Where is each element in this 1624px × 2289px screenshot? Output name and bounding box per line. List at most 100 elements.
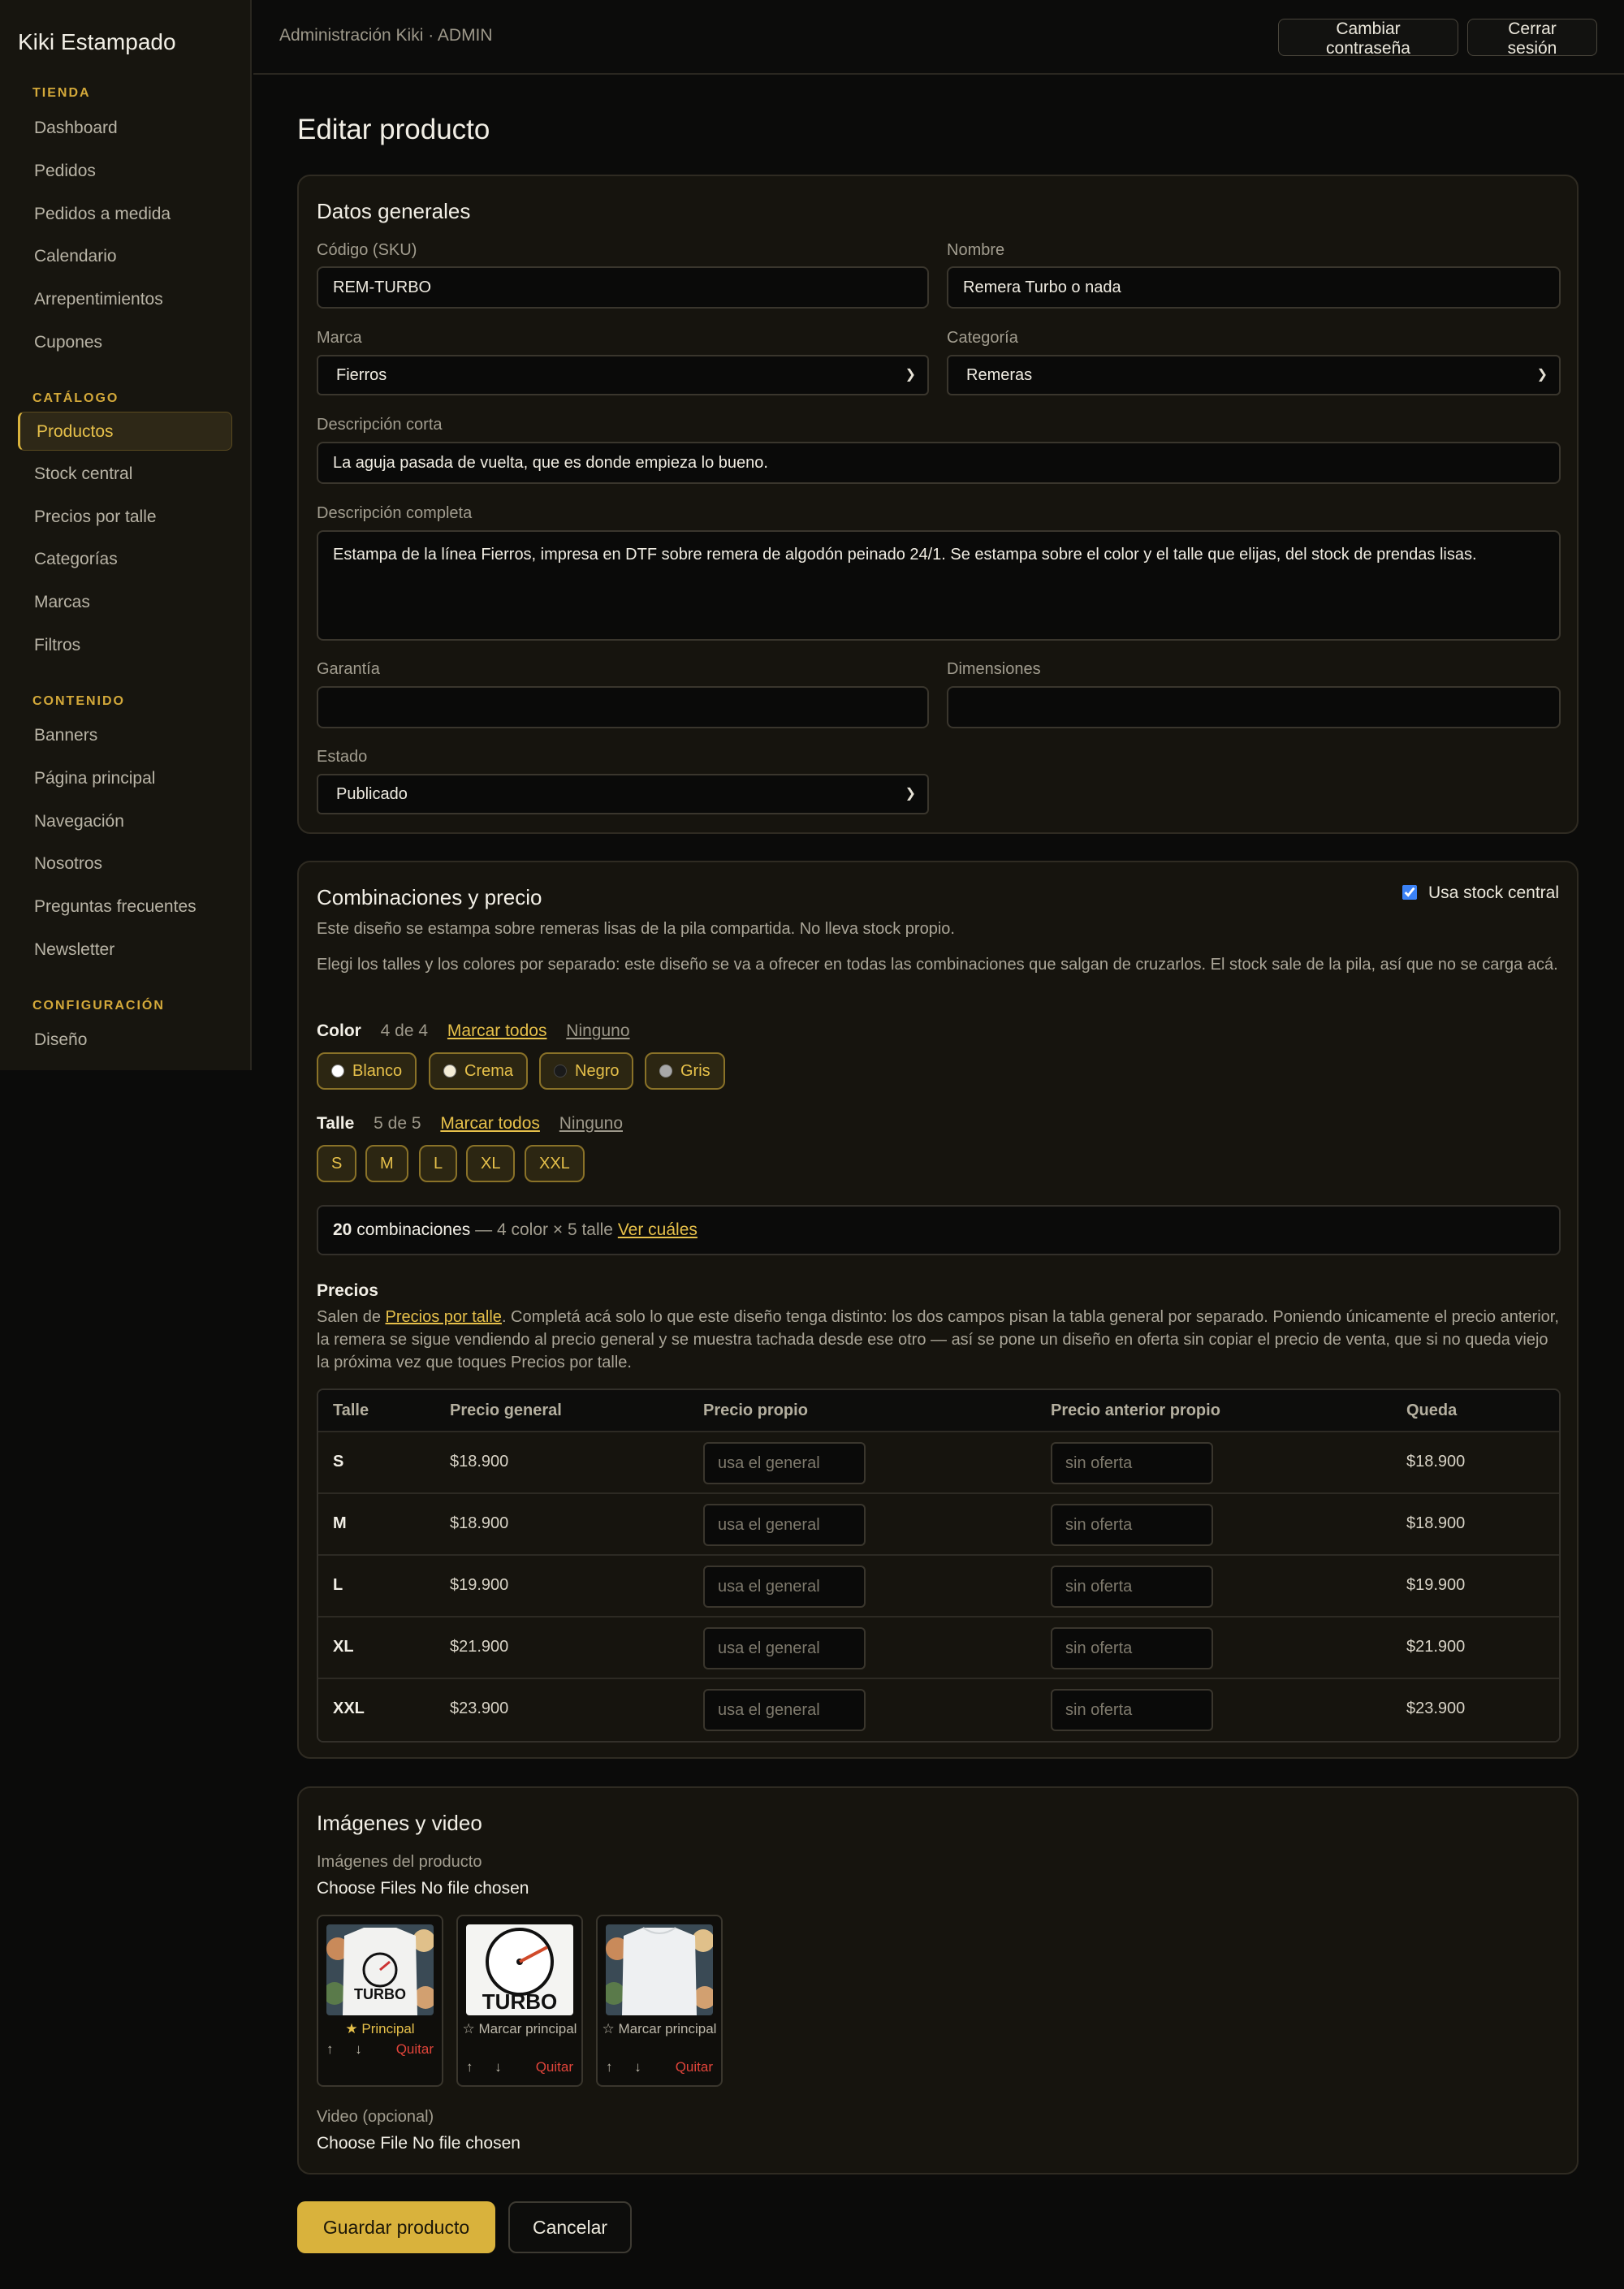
column-header-queda: Queda bbox=[1406, 1401, 1458, 1419]
size-selector-header: Talle 5 de 5 Marcar todos Ninguno bbox=[317, 1114, 623, 1134]
nav-section-contenido: CONTENIDO bbox=[32, 694, 125, 708]
image-actions: ↑ ↓ Quitar bbox=[326, 2041, 434, 2058]
sidebar-item-banners[interactable]: Banners bbox=[18, 716, 232, 755]
color-chip-gris[interactable]: Gris bbox=[645, 1052, 725, 1090]
size-chip-s[interactable]: S bbox=[317, 1145, 357, 1182]
brand-select[interactable]: Fierros ❯ bbox=[317, 355, 929, 395]
set-main-image-button[interactable]: ☆ Marcar principal bbox=[598, 2020, 721, 2038]
set-main-image-button[interactable]: ☆ Marcar principal bbox=[458, 2020, 581, 2038]
product-image-thumbnail[interactable]: TURBO bbox=[466, 1924, 573, 2015]
own-price-input[interactable]: usa el general bbox=[703, 1689, 866, 1731]
color-mark-all-link[interactable]: Marcar todos bbox=[447, 1021, 547, 1040]
remove-image-button[interactable]: Quitar bbox=[396, 2041, 434, 2058]
category-select[interactable]: Remeras ❯ bbox=[947, 355, 1561, 395]
row-final-price: $18.900 bbox=[1406, 1453, 1466, 1471]
sidebar-item-preguntas-frecuentes[interactable]: Preguntas frecuentes bbox=[18, 888, 232, 926]
sidebar-item-stock-central[interactable]: Stock central bbox=[18, 455, 232, 494]
arrow-up-icon[interactable]: ↑ bbox=[326, 2041, 334, 2057]
sidebar-item-pedidos-a-medida[interactable]: Pedidos a medida bbox=[18, 195, 232, 234]
change-password-button[interactable]: Cambiar contraseña bbox=[1278, 19, 1458, 58]
images-label: Imágenes del producto bbox=[317, 1853, 482, 1871]
old-price-input[interactable]: sin oferta bbox=[1051, 1442, 1213, 1484]
images-file-input[interactable]: Choose Files No file chosen bbox=[317, 1879, 529, 1898]
media-card: Imágenes y video Imágenes del producto C… bbox=[297, 1786, 1579, 2175]
size-none-link[interactable]: Ninguno bbox=[559, 1114, 623, 1133]
central-stock-checkbox[interactable] bbox=[1402, 885, 1418, 900]
brand-title[interactable]: Kiki Estampado bbox=[18, 29, 176, 55]
logout-button[interactable]: Cerrar sesión bbox=[1467, 19, 1597, 58]
old-price-input[interactable]: sin oferta bbox=[1051, 1566, 1213, 1608]
own-price-input[interactable]: usa el general bbox=[703, 1627, 866, 1669]
sidebar-item-filtros[interactable]: Filtros bbox=[18, 626, 232, 665]
column-header-precio-anterior: Precio anterior propio bbox=[1051, 1401, 1220, 1419]
combinations-intro: Este diseño se estampa sobre remeras lis… bbox=[317, 920, 955, 938]
size-chip-l[interactable]: L bbox=[419, 1145, 458, 1182]
color-none-link[interactable]: Ninguno bbox=[566, 1021, 629, 1040]
color-chip-blanco[interactable]: Blanco bbox=[317, 1052, 417, 1090]
old-price-input[interactable]: sin oferta bbox=[1051, 1689, 1213, 1731]
page-title: Editar producto bbox=[297, 114, 490, 145]
prices-explanation: Salen de Precios por talle. Completá acá… bbox=[317, 1306, 1561, 1374]
own-price-input[interactable]: usa el general bbox=[703, 1566, 866, 1608]
brand-label: Marca bbox=[317, 329, 362, 347]
video-file-input[interactable]: Choose File No file chosen bbox=[317, 2134, 520, 2153]
sku-input[interactable]: REM-TURBO bbox=[317, 266, 929, 309]
arrow-down-icon[interactable]: ↓ bbox=[355, 2041, 362, 2057]
product-image-thumbnail[interactable]: TURBO bbox=[326, 1924, 434, 2015]
product-image-thumbnail[interactable] bbox=[606, 1924, 713, 2015]
remove-image-button[interactable]: Quitar bbox=[676, 2059, 713, 2075]
size-mark-all-link[interactable]: Marcar todos bbox=[440, 1114, 540, 1133]
save-product-button[interactable]: Guardar producto bbox=[297, 2201, 495, 2253]
name-input[interactable]: Remera Turbo o nada bbox=[947, 266, 1561, 309]
size-chip-m[interactable]: M bbox=[365, 1145, 408, 1182]
status-select[interactable]: Publicado ❯ bbox=[317, 774, 929, 814]
sidebar-item-cupones[interactable]: Cupones bbox=[18, 323, 232, 362]
cancel-button[interactable]: Cancelar bbox=[508, 2201, 632, 2253]
topbar-title: Administración Kiki · ADMIN bbox=[279, 26, 493, 45]
view-combinations-link[interactable]: Ver cuáles bbox=[618, 1220, 698, 1239]
dimensions-input[interactable] bbox=[947, 686, 1561, 728]
color-chip-label: Gris bbox=[680, 1062, 710, 1080]
arrow-down-icon[interactable]: ↓ bbox=[634, 2059, 641, 2075]
arrow-up-icon[interactable]: ↑ bbox=[606, 2059, 613, 2075]
sidebar-item-diseno[interactable]: Diseño bbox=[18, 1021, 232, 1060]
combination-summary: 20 combinaciones — 4 color × 5 talle Ver… bbox=[317, 1205, 1561, 1255]
warranty-input[interactable] bbox=[317, 686, 929, 728]
color-chip-crema[interactable]: Crema bbox=[429, 1052, 529, 1090]
sidebar-item-marcas[interactable]: Marcas bbox=[18, 583, 232, 622]
image-actions: ↑ ↓ Quitar bbox=[466, 2059, 573, 2075]
prices-by-size-link[interactable]: Precios por talle bbox=[386, 1308, 502, 1326]
sidebar-item-pedidos[interactable]: Pedidos bbox=[18, 152, 232, 191]
row-final-price: $23.900 bbox=[1406, 1699, 1466, 1717]
media-card-title: Imágenes y video bbox=[317, 1811, 482, 1835]
own-price-input[interactable]: usa el general bbox=[703, 1442, 866, 1484]
sidebar-item-categorias[interactable]: Categorías bbox=[18, 540, 232, 579]
own-price-input[interactable]: usa el general bbox=[703, 1504, 866, 1546]
color-chip-negro[interactable]: Negro bbox=[539, 1052, 634, 1090]
remove-image-button[interactable]: Quitar bbox=[536, 2059, 573, 2075]
color-count: 4 de 4 bbox=[380, 1021, 429, 1040]
arrow-up-icon[interactable]: ↑ bbox=[466, 2059, 473, 2075]
sidebar-item-nosotros[interactable]: Nosotros bbox=[18, 844, 232, 883]
sidebar-item-precios-por-talle[interactable]: Precios por talle bbox=[18, 498, 232, 537]
general-card-title: Datos generales bbox=[317, 199, 471, 223]
image-card: TURBO ★ Principal ↑ ↓ Quitar bbox=[317, 1915, 443, 2087]
old-price-input[interactable]: sin oferta bbox=[1051, 1504, 1213, 1546]
combinations-card: Combinaciones y precio Usa stock central… bbox=[297, 861, 1579, 1759]
sidebar-item-arrepentimientos[interactable]: Arrepentimientos bbox=[18, 280, 232, 319]
central-stock-toggle[interactable]: Usa stock central bbox=[1402, 883, 1559, 903]
sidebar-item-navegacion[interactable]: Navegación bbox=[18, 802, 232, 841]
short-description-input[interactable]: La aguja pasada de vuelta, que es donde … bbox=[317, 442, 1561, 484]
arrow-down-icon[interactable]: ↓ bbox=[495, 2059, 502, 2075]
old-price-input[interactable]: sin oferta bbox=[1051, 1627, 1213, 1669]
sidebar-item-pagina-principal[interactable]: Página principal bbox=[18, 759, 232, 798]
sidebar-item-calendario[interactable]: Calendario bbox=[18, 237, 232, 276]
size-chip-xl[interactable]: XL bbox=[466, 1145, 516, 1182]
sidebar-item-newsletter[interactable]: Newsletter bbox=[18, 931, 232, 970]
thumbnail-logo-text: TURBO bbox=[354, 1986, 406, 2002]
sidebar-item-productos[interactable]: Productos bbox=[18, 412, 232, 451]
full-description-textarea[interactable]: Estampa de la línea Fierros, impresa en … bbox=[317, 530, 1561, 641]
size-chip-xxl[interactable]: XXL bbox=[525, 1145, 585, 1182]
sidebar-item-dashboard[interactable]: Dashboard bbox=[18, 109, 232, 148]
image-main-label[interactable]: ★ Principal bbox=[318, 2020, 442, 2038]
